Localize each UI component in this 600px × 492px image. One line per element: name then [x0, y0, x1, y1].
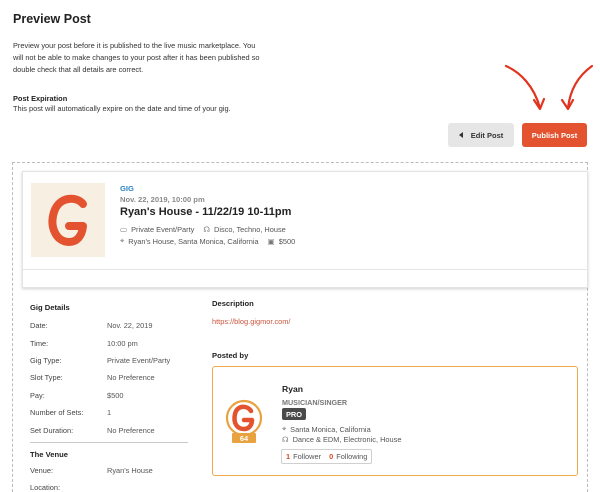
poster-location-row: ⌖ Santa Monica, California — [282, 424, 371, 434]
following-count: 0 — [329, 452, 334, 461]
artist-score: 64 — [239, 433, 249, 443]
poster-location: Santa Monica, California — [290, 424, 371, 434]
caret-left-icon — [458, 132, 463, 138]
detail-label: Slot Type: — [30, 373, 63, 383]
intro-text: Preview your post before it is published… — [13, 40, 313, 76]
pro-badge: PRO — [282, 408, 307, 420]
avatar[interactable]: 64 — [224, 399, 264, 449]
detail-row: Time: 10:00 pm — [30, 334, 190, 351]
detail-value: No Preference — [107, 425, 155, 435]
detail-value: Ryan's House — [107, 465, 153, 475]
gig-meta-row: ▭ Private Event/Party ☊ Disco, Techno, H… — [120, 225, 286, 234]
gig-datetime: Nov. 22, 2019, 10:00 pm — [120, 195, 205, 204]
gig-card[interactable]: GIG Nov. 22, 2019, 10:00 pm Ryan's House… — [22, 171, 588, 288]
gig-meta-row: ⌖ Ryan's House, Santa Monica, California… — [120, 236, 295, 246]
detail-label: Time: — [30, 338, 49, 348]
detail-label: Venue: — [30, 465, 54, 475]
annotation-arrow-icon — [504, 64, 546, 111]
gigmor-logo-icon — [48, 194, 87, 246]
followers-count: 1 — [286, 452, 291, 461]
detail-label: Gig Type: — [30, 355, 62, 365]
detail-label: Location: — [30, 483, 60, 492]
follow-stats[interactable]: 1 Follower 0 Following — [281, 449, 373, 464]
detail-label: Pay: — [30, 390, 45, 400]
posted-by-title: Posted by — [212, 351, 249, 360]
gig-location: Ryan's House, Santa Monica, California — [128, 236, 259, 246]
expiration-text: This post will automatically expire on t… — [13, 104, 231, 113]
detail-row: Set Duration: No Preference — [30, 421, 190, 438]
headphones-icon: ☊ — [282, 435, 289, 444]
gig-genres: Disco, Techno, House — [214, 225, 286, 234]
event-icon: ▭ — [120, 225, 128, 234]
followers-label: Follower — [293, 452, 322, 461]
card-divider — [23, 269, 587, 270]
location-pin-icon: ⌖ — [282, 424, 287, 433]
detail-row: Date: Nov. 22, 2019 — [30, 317, 190, 334]
intro-line: Preview your post before it is published… — [13, 41, 256, 50]
detail-value: Private Event/Party — [107, 355, 171, 365]
section-divider — [30, 441, 188, 443]
detail-value: 10:00 pm — [107, 338, 138, 348]
gig-logo — [31, 183, 105, 257]
detail-label: Set Duration: — [30, 425, 74, 435]
money-icon: ▣ — [267, 236, 275, 246]
publish-post-button[interactable]: Publish Post — [522, 123, 587, 147]
poster-genres: Dance & EDM, Electronic, House — [292, 435, 402, 444]
detail-value: 1 — [107, 408, 112, 418]
gig-title[interactable]: Ryan's House - 11/22/19 10-11pm — [120, 206, 291, 218]
detail-row: Number of Sets: 1 — [30, 404, 190, 421]
location-pin-icon: ⌖ — [120, 236, 125, 245]
detail-row: Pay: $500 — [30, 387, 190, 404]
detail-row: Gig Type: Private Event/Party — [30, 352, 190, 369]
gig-type-label: GIG — [120, 184, 134, 193]
description-title: Description — [212, 299, 254, 308]
detail-value: No Preference — [107, 373, 155, 383]
gig-pay: $500 — [278, 236, 296, 246]
publish-post-label: Publish Post — [531, 130, 578, 140]
poster-profile-card[interactable]: 64 Ryan MUSICIAN/SINGER PRO ⌖ Santa Moni… — [212, 366, 578, 476]
intro-line: will not be able to make changes to your… — [13, 53, 260, 62]
detail-row: Slot Type: No Preference — [30, 369, 190, 386]
gig-details: Gig Details Date: Nov. 22, 2019 Time: 10:0… — [30, 303, 190, 492]
poster-role: MUSICIAN/SINGER — [282, 398, 348, 407]
description-link[interactable]: https://blog.gigmor.com/ — [212, 317, 290, 326]
annotation-arrow-icon — [560, 64, 594, 111]
intro-line: double check that all details are correc… — [13, 65, 144, 74]
poster-name[interactable]: Ryan — [282, 384, 303, 394]
expiration-title: Post Expiration — [13, 94, 68, 103]
gig-details-title: Gig Details — [30, 303, 70, 312]
page-title: Preview Post — [13, 12, 91, 26]
headphones-icon: ☊ — [203, 225, 211, 234]
detail-value: Nov. 22, 2019 — [107, 321, 153, 331]
edit-post-button[interactable]: Edit Post — [448, 123, 514, 147]
detail-row: Location: — [30, 479, 190, 492]
poster-genres-row: ☊ Dance & EDM, Electronic, House — [282, 435, 401, 444]
detail-value: $500 — [107, 390, 124, 400]
edit-post-label: Edit Post — [470, 130, 504, 140]
venue-title: The Venue — [30, 449, 68, 459]
detail-label: Number of Sets: — [30, 408, 84, 418]
detail-label: Date: — [30, 321, 48, 331]
detail-row: Venue: Ryan's House — [30, 462, 190, 479]
gig-type-value: Private Event/Party — [131, 225, 195, 234]
following-label: Following — [336, 452, 368, 461]
